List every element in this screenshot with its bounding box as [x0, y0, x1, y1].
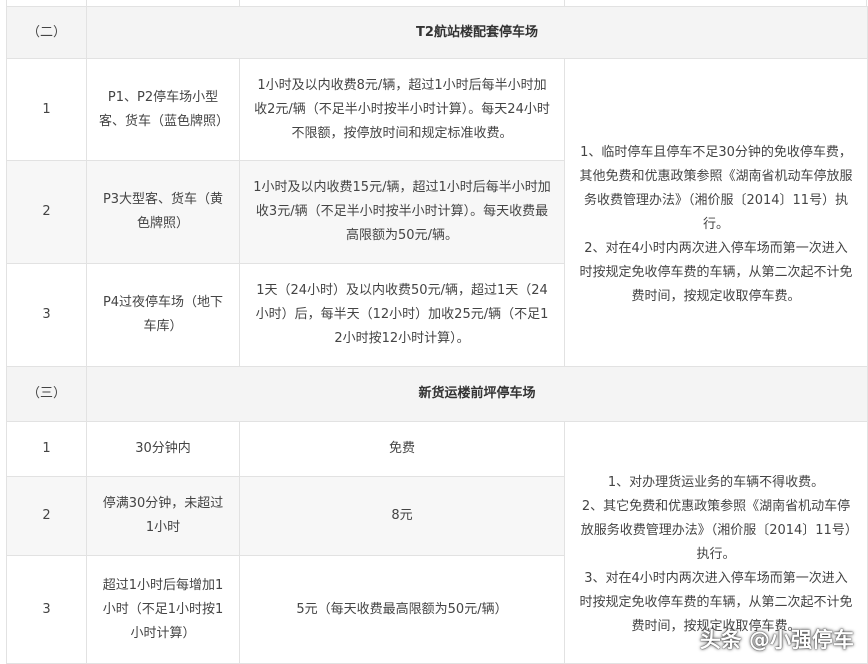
section-title: 新货运楼前坪停车场	[85, 366, 868, 422]
section-title: T2航站楼配套停车场	[85, 6, 868, 59]
vehicle-type-cell: P4过夜停车场（地下车库）	[86, 263, 240, 367]
vehicle-type-cell: P3大型客、货车（黄色牌照）	[86, 160, 240, 264]
watermark-text: 头条 @小强停车	[699, 628, 854, 652]
vehicle-type-cell: P1、P2停车场小型客、货车（蓝色牌照）	[86, 58, 240, 161]
fee-cell: 8元	[239, 476, 565, 556]
section-index: （二）	[6, 6, 87, 59]
duration-cell: 超过1小时后每增加1小时（不足1小时按1小时计算）	[86, 555, 240, 664]
table-row: 1 30分钟内 免费 1、对办理货运业务的车辆不得收费。 2、其它免费和优惠政策…	[6, 421, 868, 664]
duration-cell: 停满30分钟，未超过1小时	[86, 476, 240, 556]
row-number: 2	[6, 160, 87, 264]
duration-cell: 30分钟内	[86, 421, 240, 477]
section-index: （三）	[6, 366, 87, 422]
table-row: 1 P1、P2停车场小型客、货车（蓝色牌照） 1小时及以内收费8元/辆，超过1小…	[6, 58, 868, 367]
section-header-cargo: （三） 新货运楼前坪停车场	[6, 366, 868, 422]
parking-fee-table: （二） T2航站楼配套停车场 1 P1、P2停车场小型客、货车（蓝色牌照） 1小…	[6, 6, 868, 664]
row-number: 1	[6, 58, 87, 161]
row-number: 3	[6, 555, 87, 664]
fee-cell: 5元（每天收费最高限额为50元/辆）	[239, 555, 565, 664]
row-number: 3	[6, 263, 87, 367]
fee-cell: 免费	[239, 421, 565, 477]
row-number: 2	[6, 476, 87, 556]
fee-cell: 1小时及以内收费8元/辆，超过1小时后每半小时加收2元/辆（不足半小时按半小时计…	[239, 58, 565, 161]
section-header-t2: （二） T2航站楼配套停车场	[6, 6, 868, 59]
row-number: 1	[6, 421, 87, 477]
policy-note-text: 1、临时停车且停车不足30分钟的免收停车费，其他免费和优惠政策参照《湖南省机动车…	[579, 144, 853, 304]
fee-cell: 1小时及以内收费15元/辆，超过1小时后每半小时加收3元/辆（不足半小时按半小时…	[239, 160, 565, 264]
policy-note-cell: 1、临时停车且停车不足30分钟的免收停车费，其他免费和优惠政策参照《湖南省机动车…	[563, 58, 868, 367]
policy-note-text: 1、对办理货运业务的车辆不得收费。 2、其它免费和优惠政策参照《湖南省机动车停放…	[579, 474, 853, 634]
fee-cell: 1天（24小时）及以内收费50元/辆，超过1天（24小时）后，每半天（12小时）…	[239, 263, 565, 367]
